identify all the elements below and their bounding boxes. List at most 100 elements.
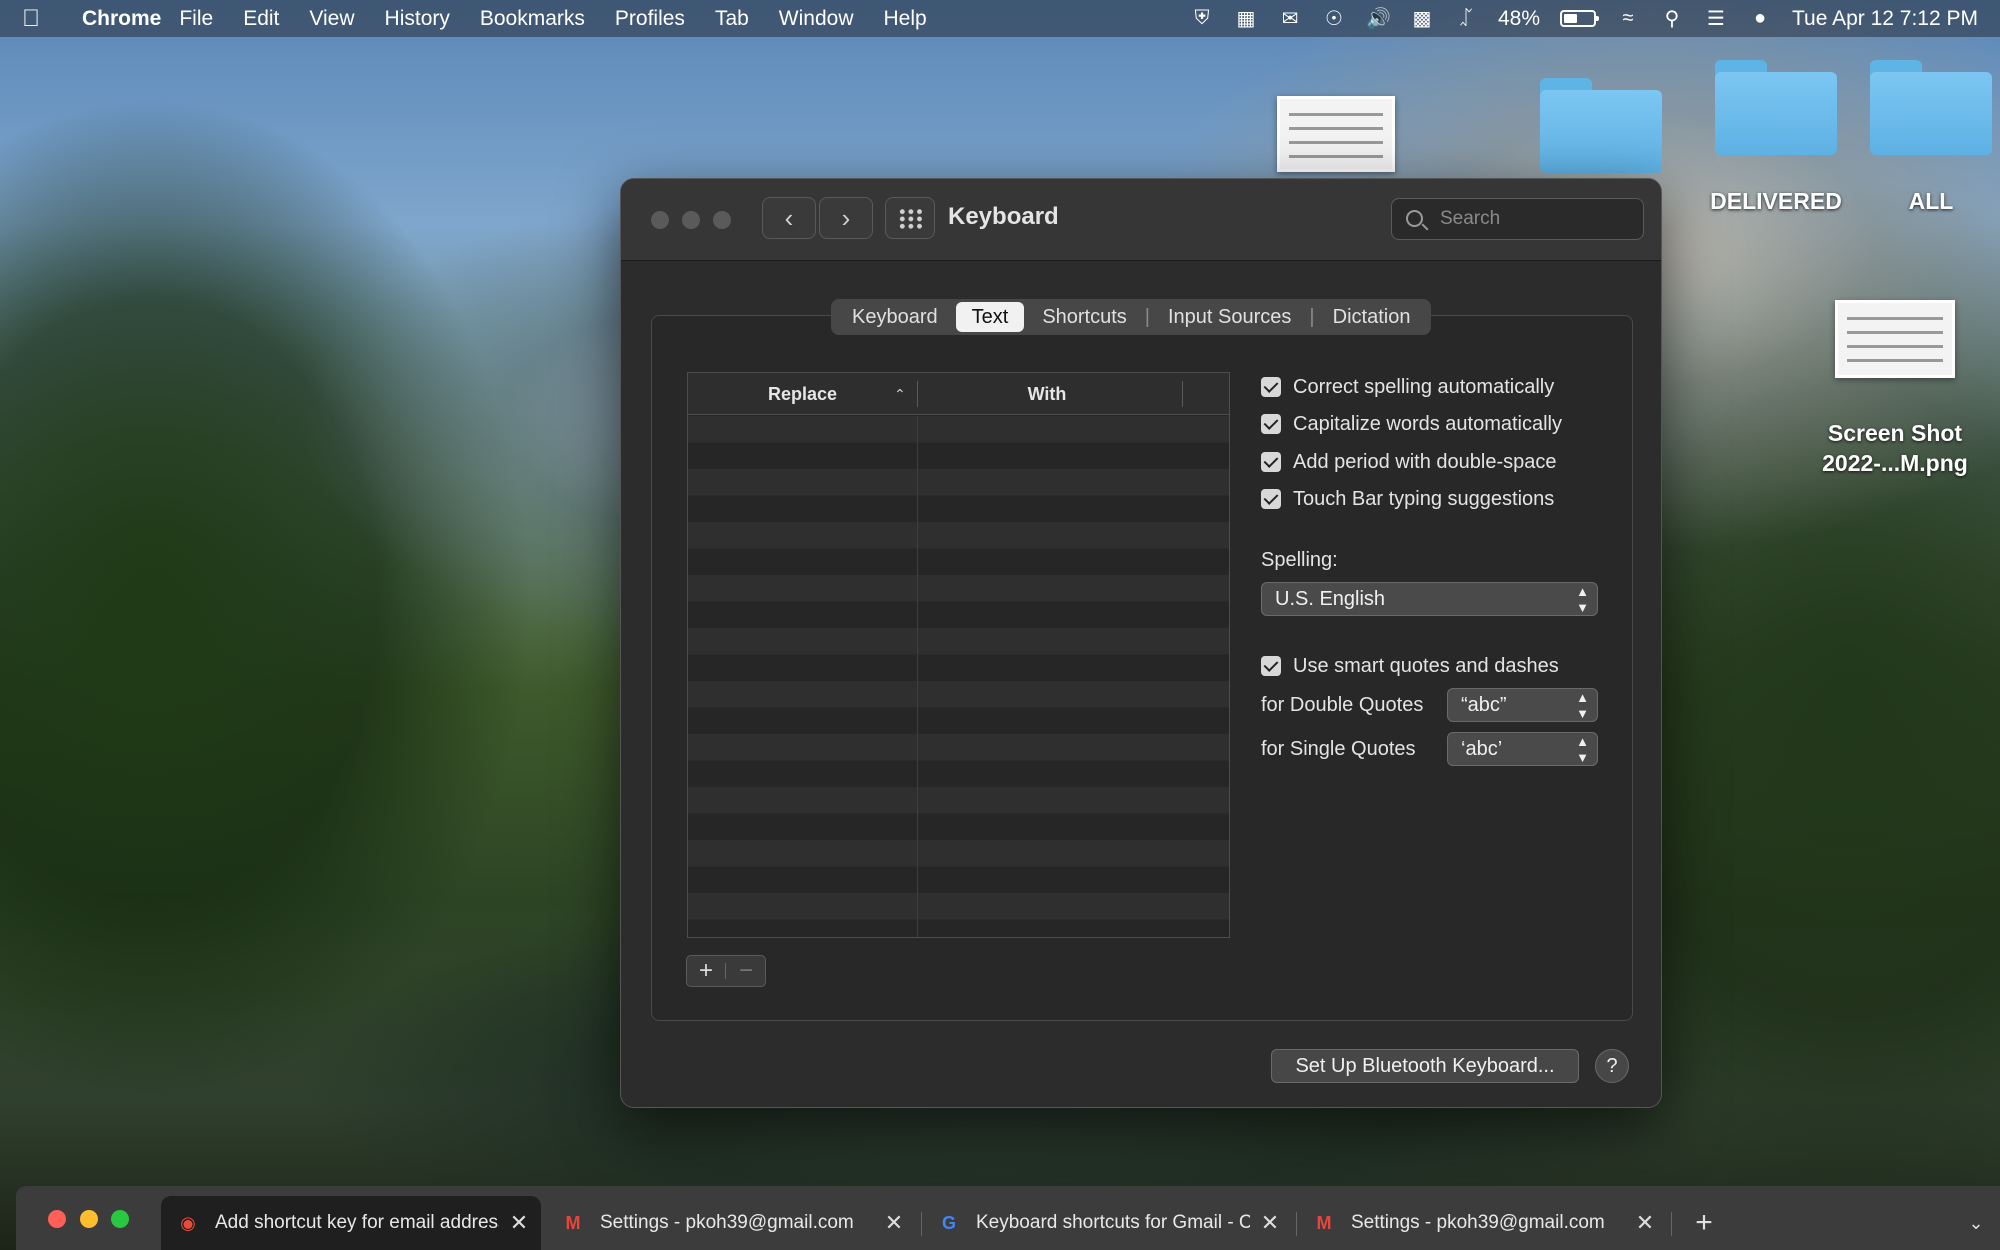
add-period-checkbox[interactable] [1261,452,1281,472]
correct-spelling-checkbox[interactable] [1261,377,1281,397]
thumb-line [1288,155,1384,158]
column-header-with[interactable]: With [918,373,1176,415]
tab-input-sources[interactable]: Input Sources [1150,302,1309,332]
capitalize-words-checkbox[interactable] [1261,414,1281,434]
search-input[interactable]: Search [1391,198,1644,240]
shield-icon[interactable]: ⛨ [1190,7,1214,30]
single-quotes-select[interactable]: ‘abc’ ▲ ▼ [1447,732,1598,766]
screenshot-file-label-line2: 2022-...M.png [1822,450,1968,476]
capitalize-words-option[interactable]: Capitalize words automatically [1261,409,1562,439]
apple-menu-icon[interactable]:  [22,5,66,33]
updown-chevron-icon: ▲ ▼ [1576,584,1589,615]
chrome-tab-strip: ◉ Add shortcut key for email address ✕ M… [16,1186,2000,1250]
screenshot-file-label[interactable]: Screen Shot 2022-...M.png [1790,418,2000,478]
desktop-folder[interactable] [1540,78,1662,173]
correct-spelling-option[interactable]: Correct spelling automatically [1261,372,1554,402]
thumb-line [1288,127,1384,130]
display-icon[interactable]: ▩ [1410,6,1434,31]
close-tab-icon[interactable]: ✕ [1258,1196,1282,1250]
battery-icon[interactable] [1560,10,1599,27]
desktop-screenshot-thumbnail[interactable] [1277,96,1395,172]
menu-app-name[interactable]: Chrome [82,7,161,31]
chrome-tab-title: Settings - pkoh39@gmail.com [1351,1212,1605,1233]
desktop-screenshot-file[interactable] [1835,300,1955,378]
close-tab-icon[interactable]: ✕ [507,1196,531,1250]
menu-datetime[interactable]: Tue Apr 12 7:12 PM [1792,7,1978,31]
folder-label-delivered[interactable]: DELIVERED [1690,186,1862,216]
window-close-button[interactable] [651,211,669,229]
battery-fill [1564,14,1578,23]
capitalize-words-label: Capitalize words automatically [1293,412,1563,435]
chrome-close-button[interactable] [48,1210,66,1228]
menu-view[interactable]: View [309,7,354,31]
control-center-icon[interactable]: ☰ [1704,6,1728,31]
desktop-folder-all[interactable] [1870,60,1992,155]
chrome-tab-title: Add shortcut key for email address [215,1212,499,1233]
forward-button[interactable]: › [819,197,873,239]
volume-icon[interactable]: 🔊 [1366,6,1391,31]
chrome-zoom-button[interactable] [111,1210,129,1228]
spelling-language-select[interactable]: U.S. English ▲ ▼ [1261,582,1598,616]
tab-text[interactable]: Text [955,302,1025,332]
remove-replacement-button[interactable]: − [726,956,766,986]
spelling-label: Spelling: [1261,549,1338,571]
menu-window[interactable]: Window [779,7,854,31]
menu-help[interactable]: Help [884,7,927,31]
tab-separator [1671,1212,1672,1236]
thumb-line [1847,359,1943,362]
folder-label-all[interactable]: ALL [1870,186,1992,216]
accessibility-icon[interactable]: ☉ [1322,6,1346,31]
thumb-line [1847,317,1943,320]
double-quotes-select[interactable]: “abc” ▲ ▼ [1447,688,1598,722]
chrome-tab[interactable]: G Keyboard shortcuts for Gmail - Compute… [922,1196,1292,1250]
new-tab-button[interactable]: + [1684,1196,1724,1250]
show-all-button[interactable] [885,197,935,239]
tab-dictation[interactable]: Dictation [1315,302,1429,332]
table-header: Replace ⌃ With [688,373,1229,415]
help-button[interactable]: ? [1595,1049,1629,1083]
close-tab-icon[interactable]: ✕ [1633,1196,1657,1250]
gmail-icon: M [1316,1213,1332,1233]
chrome-tab-title: Settings - pkoh39@gmail.com [600,1212,854,1233]
menu-tab[interactable]: Tab [715,7,749,31]
tab-bar: Keyboard Text Shortcuts | Input Sources … [831,299,1432,335]
chrome-tab-active[interactable]: ◉ Add shortcut key for email address ✕ [161,1196,541,1250]
close-tab-icon[interactable]: ✕ [882,1196,906,1250]
chrome-tab[interactable]: M Settings - pkoh39@gmail.com ✕ [1297,1196,1667,1250]
chrome-minimize-button[interactable] [80,1210,98,1228]
window-zoom-button[interactable] [713,211,731,229]
search-icon [1406,210,1423,227]
touch-bar-option[interactable]: Touch Bar typing suggestions [1261,484,1554,514]
battery-percent[interactable]: 48% [1498,7,1540,31]
menu-edit[interactable]: Edit [243,7,279,31]
tab-shortcuts[interactable]: Shortcuts [1024,302,1144,332]
bluetooth-icon[interactable]: ᛢ [1454,7,1478,30]
setup-bluetooth-keyboard-button[interactable]: Set Up Bluetooth Keyboard... [1271,1049,1579,1083]
window-minimize-button[interactable] [682,211,700,229]
column-divider [917,416,918,937]
menu-file[interactable]: File [179,7,213,31]
screenshot-file-label-line1: Screen Shot [1827,420,1963,446]
mail-icon[interactable]: ✉ [1278,6,1302,31]
chrome-tab[interactable]: M Settings - pkoh39@gmail.com ✕ [546,1196,916,1250]
menu-profiles[interactable]: Profiles [615,7,685,31]
tab-search-chevron-icon[interactable]: ⌄ [1958,1196,1994,1250]
column-header-replace[interactable]: Replace [688,373,917,415]
text-replacement-table[interactable]: Replace ⌃ With [687,372,1230,938]
smart-quotes-option[interactable]: Use smart quotes and dashes [1261,651,1559,681]
siri-icon[interactable]: ● [1748,7,1772,30]
spotlight-search-icon[interactable]: ⚲ [1660,6,1684,31]
apple-support-icon: ◉ [180,1213,196,1233]
table-rows[interactable] [688,416,1229,937]
menu-history[interactable]: History [385,7,450,31]
wifi-icon[interactable]: ≈ [1616,7,1640,30]
desktop-folder-delivered[interactable] [1715,60,1837,155]
notification-icon[interactable]: ▦ [1234,6,1258,31]
touch-bar-checkbox[interactable] [1261,489,1281,509]
menu-bookmarks[interactable]: Bookmarks [480,7,585,31]
add-period-option[interactable]: Add period with double-space [1261,447,1557,477]
add-replacement-button[interactable]: + [687,956,725,986]
tab-keyboard[interactable]: Keyboard [834,302,956,332]
smart-quotes-checkbox[interactable] [1261,656,1281,676]
back-button[interactable]: ‹ [762,197,816,239]
